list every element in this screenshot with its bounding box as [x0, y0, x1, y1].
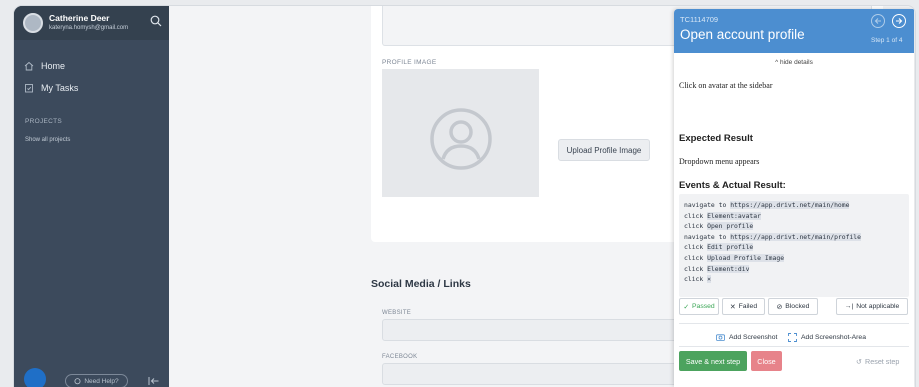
reset-step-button[interactable]: ↺ Reset step [856, 357, 899, 366]
arrow-right-icon [896, 18, 903, 24]
profile-image-label: PROFILE IMAGE [382, 59, 437, 66]
event-line: navigate to https://app.drivt.net/main/p… [684, 232, 862, 241]
event-line: click Element:div [684, 264, 750, 273]
sidebar: Catherine Deer kateryna.homysh@gmail.com… [14, 6, 169, 387]
crop-area-icon [788, 333, 797, 342]
prev-step-button[interactable] [871, 14, 885, 28]
panel-header: TC1114709 Open account profile Step 1 of… [674, 9, 914, 53]
sidebar-item-label: Home [41, 61, 66, 71]
projects-heading: PROJECTS [25, 118, 63, 125]
user-placeholder-icon [430, 108, 492, 170]
event-line: click Edit profile [684, 243, 754, 252]
website-label: WEBSITE [382, 310, 412, 316]
blocked-icon: ⊘ [776, 303, 783, 311]
logo-icon [24, 368, 46, 387]
event-line: click Open profile [684, 222, 754, 231]
hide-details-label: hide details [779, 59, 813, 66]
expected-result-heading: Expected Result [679, 133, 753, 144]
close-button[interactable]: Close [751, 351, 782, 371]
chat-icon [74, 377, 81, 384]
chevron-up-icon: ^ [775, 59, 779, 66]
collapse-sidebar-icon[interactable] [148, 376, 160, 386]
profile-image-placeholder [382, 69, 539, 197]
tasks-icon [25, 84, 33, 93]
add-screenshot-label: Add Screenshot [729, 333, 778, 341]
camera-icon [716, 334, 725, 341]
reset-icon: ↺ [856, 357, 863, 366]
social-media-title: Social Media / Links [371, 278, 471, 290]
next-step-button[interactable] [892, 14, 906, 28]
event-line: click × [684, 275, 711, 284]
check-icon: ✓ [683, 303, 690, 311]
hide-details-toggle[interactable]: ^ hide details [674, 59, 914, 66]
search-icon[interactable] [150, 15, 162, 27]
passed-button[interactable]: ✓ Passed [679, 298, 719, 315]
sidebar-item-my-tasks[interactable]: My Tasks [24, 81, 78, 95]
user-email: kateryna.homysh@gmail.com [49, 25, 129, 31]
step-action: Click on avatar at the sidebar [679, 81, 773, 90]
not-applicable-button[interactable]: →| Not applicable [836, 298, 908, 315]
user-name: Catherine Deer [49, 13, 110, 23]
event-line: click Upload Profile Image [684, 253, 785, 262]
home-icon [24, 61, 34, 71]
show-all-projects-link[interactable]: Show all projects [25, 137, 70, 143]
need-help-button[interactable]: Need Help? [65, 374, 128, 387]
expected-result: Dropdown menu appears [679, 157, 760, 166]
arrow-left-icon [874, 18, 881, 24]
sidebar-item-label: My Tasks [41, 83, 79, 93]
avatar[interactable] [23, 13, 43, 33]
x-icon: ✕ [729, 303, 736, 311]
event-line: click Element:avatar [684, 211, 761, 220]
need-help-label: Need Help? [84, 377, 119, 385]
app-window: Catherine Deer kateryna.homysh@gmail.com… [14, 6, 915, 387]
divider [679, 323, 909, 324]
facebook-label: FACEBOOK [382, 354, 418, 360]
blocked-label: Blocked [785, 303, 810, 310]
passed-label: Passed [692, 303, 715, 310]
step-counter: Step 1 of 4 [871, 37, 903, 44]
sidebar-item-home[interactable]: Home [24, 59, 65, 73]
add-screenshot-area-button[interactable]: Add Screenshot-Area [788, 333, 866, 342]
events-log: navigate to https://app.drivt.net/main/h… [679, 194, 909, 297]
step-title: Open account profile [680, 27, 805, 42]
not-applicable-label: Not applicable [856, 303, 900, 310]
user-block[interactable]: Catherine Deer kateryna.homysh@gmail.com [14, 6, 169, 40]
failed-button[interactable]: ✕ Failed [722, 298, 765, 315]
divider [679, 346, 909, 347]
events-heading: Events & Actual Result: [679, 180, 786, 191]
save-next-step-button[interactable]: Save & next step [679, 351, 747, 371]
reset-step-label: Reset step [865, 357, 900, 366]
add-screenshot-area-label: Add Screenshot-Area [801, 334, 866, 341]
add-screenshot-button[interactable]: Add Screenshot [716, 333, 777, 341]
event-line: navigate to https://app.drivt.net/main/h… [684, 201, 850, 209]
skip-arrow-icon: →| [844, 303, 854, 310]
test-case-id: TC1114709 [680, 15, 719, 24]
failed-label: Failed [738, 303, 758, 310]
upload-profile-image-button[interactable]: Upload Profile Image [558, 139, 650, 161]
test-step-panel: TC1114709 Open account profile Step 1 of… [674, 9, 914, 387]
blocked-button[interactable]: ⊘ Blocked [768, 298, 818, 315]
